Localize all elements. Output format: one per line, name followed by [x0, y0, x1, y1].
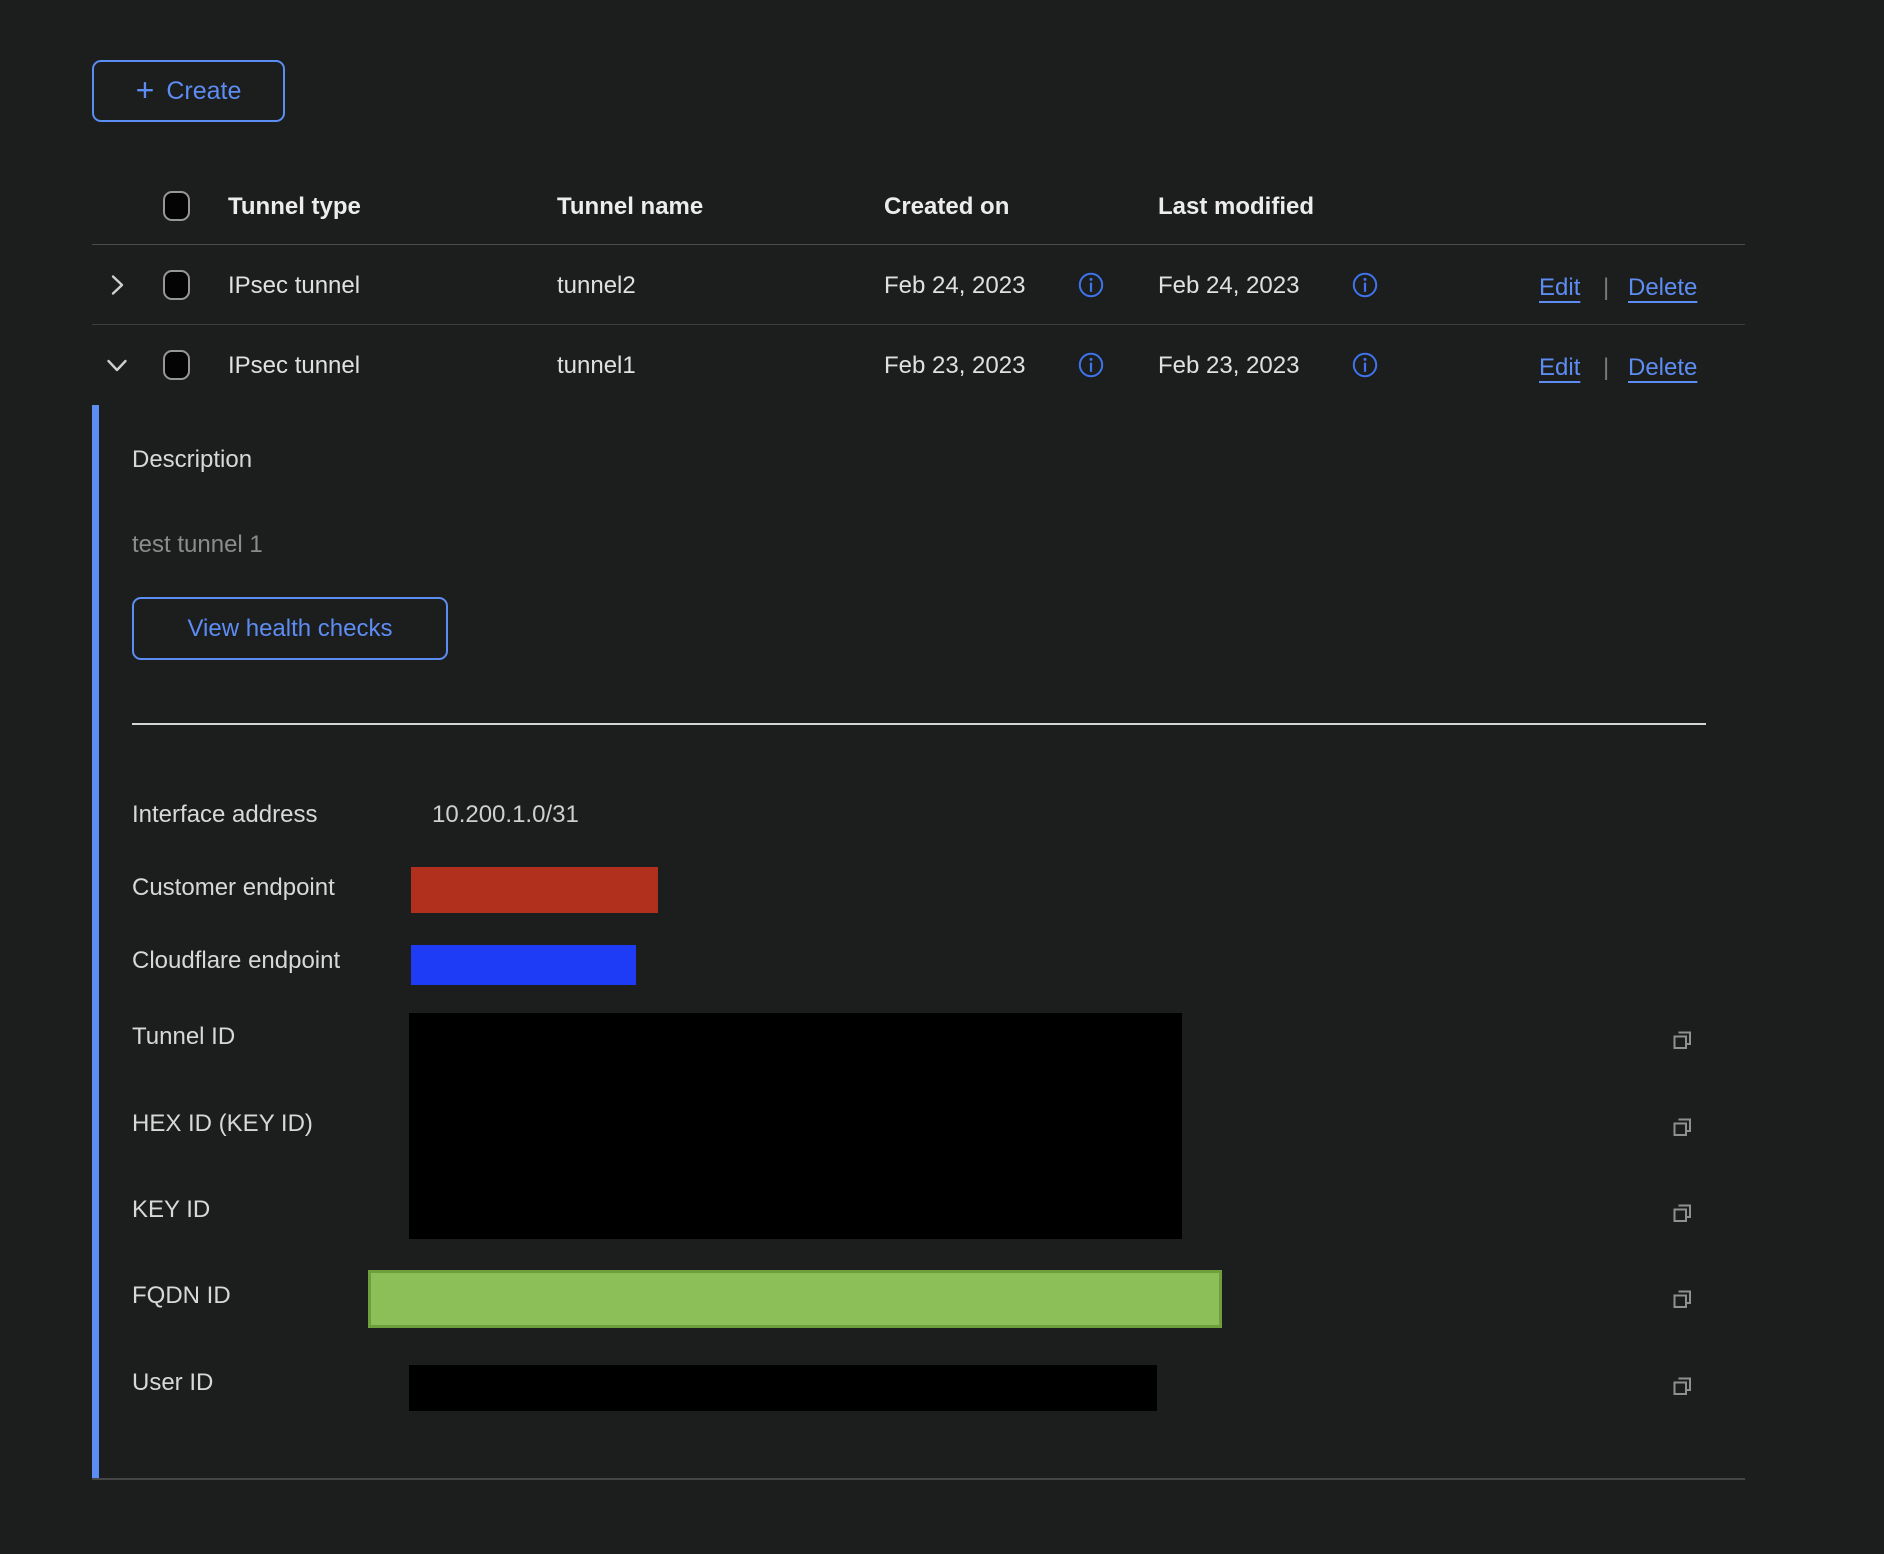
tunnel-type-cell: IPsec tunnel	[228, 274, 360, 298]
create-button[interactable]: + Create	[92, 60, 285, 122]
last-modified-cell: Feb 23, 2023	[1158, 354, 1299, 378]
edit-link[interactable]: Edit	[1539, 274, 1580, 302]
user-id-redacted-value	[409, 1365, 1157, 1411]
hex-id-label: HEX ID (KEY ID)	[132, 1112, 313, 1136]
delete-link[interactable]: Delete	[1628, 354, 1697, 382]
column-header-tunnel-name: Tunnel name	[557, 195, 703, 219]
column-header-last-modified: Last modified	[1158, 195, 1314, 219]
customer-endpoint-redacted-value	[411, 867, 658, 913]
select-all-checkbox[interactable]	[163, 191, 190, 221]
description-value: test tunnel 1	[132, 533, 263, 557]
view-health-checks-button[interactable]: View health checks	[132, 597, 448, 660]
user-id-label: User ID	[132, 1371, 213, 1395]
copy-icon[interactable]	[1668, 1285, 1697, 1314]
row-checkbox[interactable]	[163, 270, 190, 300]
interface-address-label: Interface address	[132, 803, 317, 827]
column-header-created-on: Created on	[884, 195, 1009, 219]
column-header-tunnel-type: Tunnel type	[228, 195, 361, 219]
action-separator: |	[1603, 274, 1609, 302]
tunnel-type-cell: IPsec tunnel	[228, 354, 360, 378]
expanded-accent-bar	[92, 405, 99, 1478]
info-icon[interactable]	[1352, 352, 1378, 378]
customer-endpoint-label: Customer endpoint	[132, 876, 335, 900]
tunnel-id-hex-key-redacted-values	[409, 1013, 1182, 1239]
created-on-cell: Feb 23, 2023	[884, 354, 1025, 378]
expanded-tunnel-panel: Description test tunnel 1 View health ch…	[92, 405, 1745, 1480]
section-divider	[132, 723, 1706, 725]
cloudflare-endpoint-redacted-value	[411, 945, 636, 985]
copy-icon[interactable]	[1668, 1199, 1697, 1228]
table-row: IPsec tunnel tunnel1 Feb 23, 2023 Feb 23…	[92, 325, 1745, 405]
delete-link[interactable]: Delete	[1628, 274, 1697, 302]
copy-icon[interactable]	[1668, 1026, 1697, 1055]
copy-icon[interactable]	[1668, 1372, 1697, 1401]
edit-link[interactable]: Edit	[1539, 354, 1580, 382]
table-row: IPsec tunnel tunnel2 Feb 24, 2023 Feb 24…	[92, 245, 1745, 325]
interface-address-value: 10.200.1.0/31	[432, 803, 579, 827]
fqdn-id-label: FQDN ID	[132, 1284, 231, 1308]
table-header-row: Tunnel type Tunnel name Created on Last …	[92, 170, 1745, 245]
tunnel-name-cell: tunnel2	[557, 274, 636, 298]
tunnels-page: + Create Tunnel type Tunnel name Created…	[0, 0, 1884, 1554]
tunnel-name-cell: tunnel1	[557, 354, 636, 378]
tunnel-id-label: Tunnel ID	[132, 1025, 235, 1049]
last-modified-cell: Feb 24, 2023	[1158, 274, 1299, 298]
copy-icon[interactable]	[1668, 1113, 1697, 1142]
key-id-label: KEY ID	[132, 1198, 210, 1222]
description-label: Description	[132, 448, 252, 472]
info-icon[interactable]	[1078, 272, 1104, 298]
row-checkbox[interactable]	[163, 350, 190, 380]
create-button-label: Create	[166, 77, 241, 106]
chevron-down-icon[interactable]	[104, 352, 130, 378]
created-on-cell: Feb 24, 2023	[884, 274, 1025, 298]
fqdn-id-redacted-value	[368, 1270, 1222, 1328]
action-separator: |	[1603, 354, 1609, 382]
chevron-right-icon[interactable]	[104, 272, 130, 298]
info-icon[interactable]	[1078, 352, 1104, 378]
cloudflare-endpoint-label: Cloudflare endpoint	[132, 949, 340, 973]
info-icon[interactable]	[1352, 272, 1378, 298]
